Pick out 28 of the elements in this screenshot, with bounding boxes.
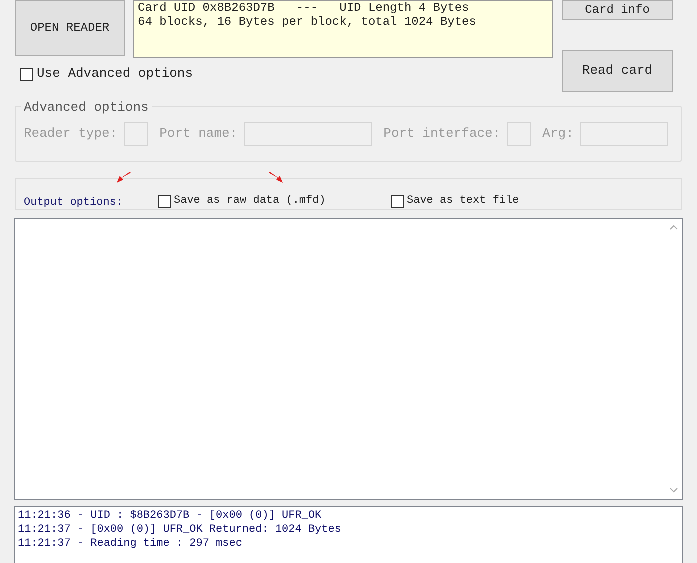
read-card-button[interactable]: Read card <box>562 50 673 92</box>
arrow-icon <box>268 172 284 184</box>
checkbox-label: Save as text file <box>407 194 520 209</box>
field-label: Port interface: <box>384 125 501 144</box>
output-text-area[interactable] <box>14 218 683 500</box>
checkbox[interactable] <box>20 68 33 80</box>
output-options-label: Output options: <box>24 196 124 211</box>
arrow-icon <box>116 172 132 184</box>
checkbox[interactable] <box>158 194 171 208</box>
checkbox[interactable] <box>391 194 404 208</box>
open-reader-button[interactable]: OPEN READER <box>15 0 125 56</box>
field-label: Arg: <box>542 125 574 144</box>
field-label: Port name: <box>160 125 238 144</box>
log-line: 11:21:36 - UID : $8B263D7B - [0x00 (0)] UFR_OK <box>18 509 323 523</box>
card-info-text: Card UID 0x8B263D7B --- UID Length 4 Bytes <box>138 1 470 15</box>
input-field[interactable] <box>580 122 668 146</box>
card-info-button[interactable]: Card info <box>562 0 673 20</box>
input-field[interactable] <box>244 122 372 146</box>
log-line: 11:21:37 - Reading time : 297 msec <box>18 537 244 551</box>
input-field[interactable] <box>506 122 531 146</box>
checkbox-label: Use Advanced options <box>37 65 194 84</box>
input-field[interactable] <box>124 122 148 146</box>
scroll-up-icon[interactable] <box>670 225 678 230</box>
field-label: Reader type: <box>24 125 118 144</box>
card-info-text: 64 blocks, 16 Bytes per block, total 1024 Bytes <box>138 15 478 29</box>
log-line: 11:21:37 - [0x00 (0)] UFR_OK Returned: 1024 Bytes <box>18 523 342 537</box>
scroll-down-icon[interactable] <box>670 488 678 493</box>
checkbox-label: Save as raw data (.mfd) <box>174 194 326 209</box>
